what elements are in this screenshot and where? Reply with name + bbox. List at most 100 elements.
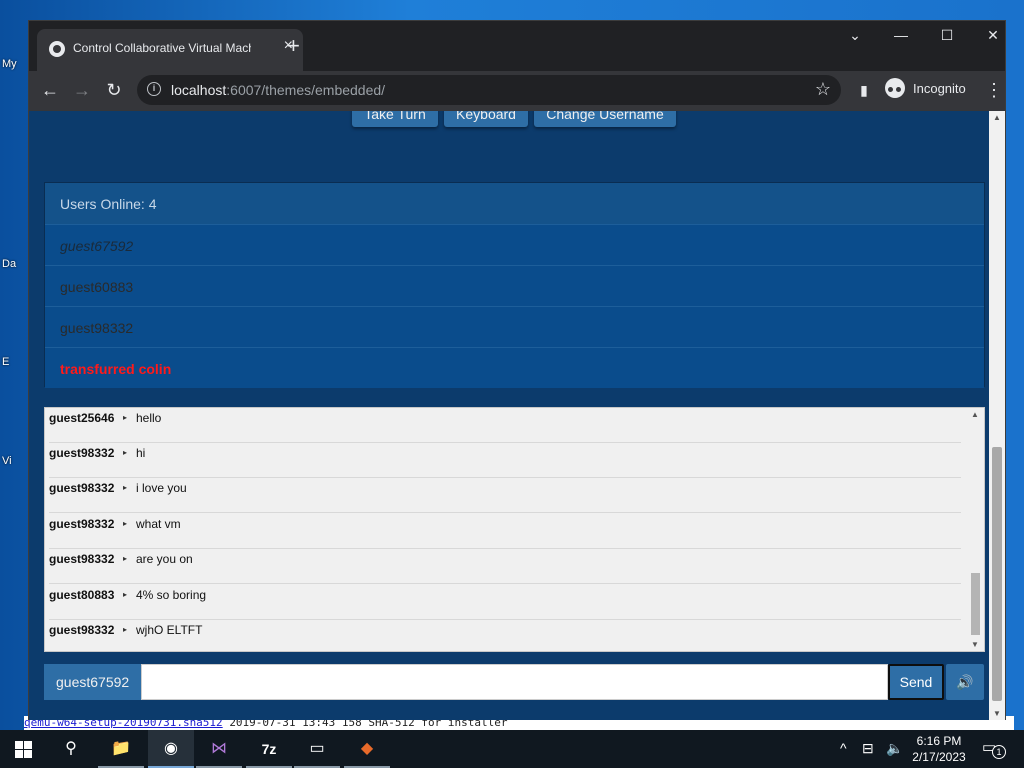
chat-message: guest25646 ▸ hello [49,408,961,443]
chat-username: guest80883 [49,588,115,602]
search-button[interactable]: ⚲ [48,730,94,768]
file-explorer-icon: 📁 [111,740,131,757]
forward-icon[interactable]: → [71,80,93,101]
chat-text: are you on [136,552,193,566]
page-scroll-thumb[interactable] [992,447,1002,701]
chat-message-input[interactable] [141,664,888,700]
chat-arrow-icon: ▸ [123,590,128,599]
maximize-icon[interactable]: ☐ [937,27,957,44]
volume-button[interactable]: 🔊 [946,664,984,700]
desktop-icon-label[interactable]: My [2,58,17,70]
chat-message: guest98332 ▸ hi [49,443,961,478]
page-content: Take Turn Keyboard Change Username Users… [29,111,989,720]
chat-log[interactable]: guest25646 ▸ hello guest98332 ▸ hi guest… [44,407,985,652]
url-host: localhost [171,82,227,98]
web-page: Take Turn Keyboard Change Username Users… [29,111,1005,720]
chat-arrow-icon: ▸ [123,448,128,457]
taskbar-chrome[interactable]: ◉ [148,730,194,768]
url-path: :6007/themes/embedded/ [226,82,386,98]
taskbar-qemu[interactable]: ◆ [344,730,390,768]
clock-time: 6:16 PM [916,734,962,748]
tab-bar: Control Collaborative Virtual Machine × … [29,21,1005,71]
browser-tab[interactable]: Control Collaborative Virtual Machine × [37,29,303,71]
users-online-panel: Users Online: 4 guest67592 guest60883 gu… [44,182,985,388]
volume-icon: 🔊 [956,674,974,690]
bookmark-star-icon[interactable]: ☆ [815,79,831,100]
user-list-item[interactable]: guest60883 [45,265,984,306]
search-icon: ⚲ [65,740,77,757]
chat-text: hello [136,411,162,425]
minimize-icon[interactable]: — [891,27,911,43]
chat-text: 4% so boring [136,588,207,602]
browser-menu-icon[interactable]: ⋮ [983,80,1005,101]
chat-text: i love you [136,481,187,495]
tab-favicon-icon [49,41,65,57]
tab-search-icon[interactable]: ⌄ [845,27,865,44]
windows-logo-icon [15,741,32,758]
send-button[interactable]: Send [888,664,944,700]
browser-toolbar: ← → ↻ i localhost:6007/themes/embedded/ … [29,71,1005,111]
user-list-item[interactable]: guest98332 [45,306,984,347]
back-icon[interactable]: ← [39,80,61,101]
system-clock[interactable]: 6:16 PM 2/17/2023 [908,733,970,765]
chat-username: guest98332 [49,552,115,566]
scroll-up-icon[interactable]: ▲ [971,410,979,419]
scroll-down-icon[interactable]: ▼ [993,709,1001,718]
chat-arrow-icon: ▸ [123,483,128,492]
terminal-icon: ▭ [309,740,325,757]
notification-count-badge: 1 [992,745,1006,759]
chat-username: guest98332 [49,517,115,531]
chat-message: guest98332 ▸ wjhO ELTFT [49,620,961,651]
browser-window: Control Collaborative Virtual Machine × … [28,20,1006,720]
change-username-button[interactable]: Change Username [534,111,676,127]
desktop-icon-label[interactable]: Da [2,258,16,270]
close-window-icon[interactable]: ✕ [983,27,1003,44]
tray-chevron-icon[interactable]: ^ [840,740,847,756]
desktop-icon-label[interactable]: Vi [2,455,12,467]
desktop-icon-label[interactable]: E [2,356,9,368]
chat-text: what vm [136,517,181,531]
visual-studio-icon: ⋈ [211,740,227,757]
chat-username: guest25646 [49,411,115,425]
chat-arrow-icon: ▸ [123,519,128,528]
user-list-item[interactable]: guest67592 [45,224,984,265]
qemu-icon: ◆ [360,740,374,757]
network-icon[interactable]: ⊟ [862,740,874,757]
taskbar-terminal[interactable]: ▭ [294,730,340,768]
chat-message: guest80883 ▸ 4% so boring [49,585,961,620]
reload-icon[interactable]: ↻ [103,80,125,101]
chat-arrow-icon: ▸ [123,413,128,422]
chat-username: guest98332 [49,623,115,637]
page-scrollbar[interactable]: ▲ ▼ [989,111,1005,720]
chat-arrow-icon: ▸ [123,625,128,634]
current-username: guest67592 [44,664,141,700]
chat-text: hi [136,446,146,460]
chat-message: guest98332 ▸ i love you [49,478,961,513]
volume-tray-icon[interactable]: 🔈 [886,740,903,757]
chat-message: guest98332 ▸ what vm [49,514,961,549]
chat-arrow-icon: ▸ [123,554,128,563]
chat-message: guest98332 ▸ are you on [49,549,961,584]
taskbar-visual-studio[interactable]: ⋈ [196,730,242,768]
take-turn-button[interactable]: Take Turn [352,111,438,127]
taskbar-7zip[interactable]: 7z [246,730,292,768]
taskbar-file-explorer[interactable]: 📁 [98,730,144,768]
keyboard-button[interactable]: Keyboard [444,111,528,127]
new-tab-icon[interactable]: + [287,33,300,59]
address-bar[interactable]: i localhost:6007/themes/embedded/ ☆ [137,75,841,105]
side-panel-icon[interactable]: ▮ [853,82,875,99]
clock-date: 2/17/2023 [912,750,966,764]
start-button[interactable] [0,730,46,768]
7zip-icon: 7z [261,741,277,757]
incognito-label: Incognito [913,81,966,96]
chrome-icon: ◉ [164,740,178,757]
scroll-up-icon[interactable]: ▲ [993,113,1001,122]
chat-scroll-thumb[interactable] [971,573,980,635]
url-text[interactable]: localhost:6007/themes/embedded/ [171,82,385,98]
incognito-icon [885,78,905,98]
scroll-down-icon[interactable]: ▼ [971,640,979,649]
chat-input-row: guest67592 Send 🔊 [44,664,985,700]
site-info-icon[interactable]: i [147,82,161,96]
user-list-item[interactable]: transfurred colin [45,347,984,388]
chat-scrollbar[interactable]: ▲ ▼ [967,408,984,651]
